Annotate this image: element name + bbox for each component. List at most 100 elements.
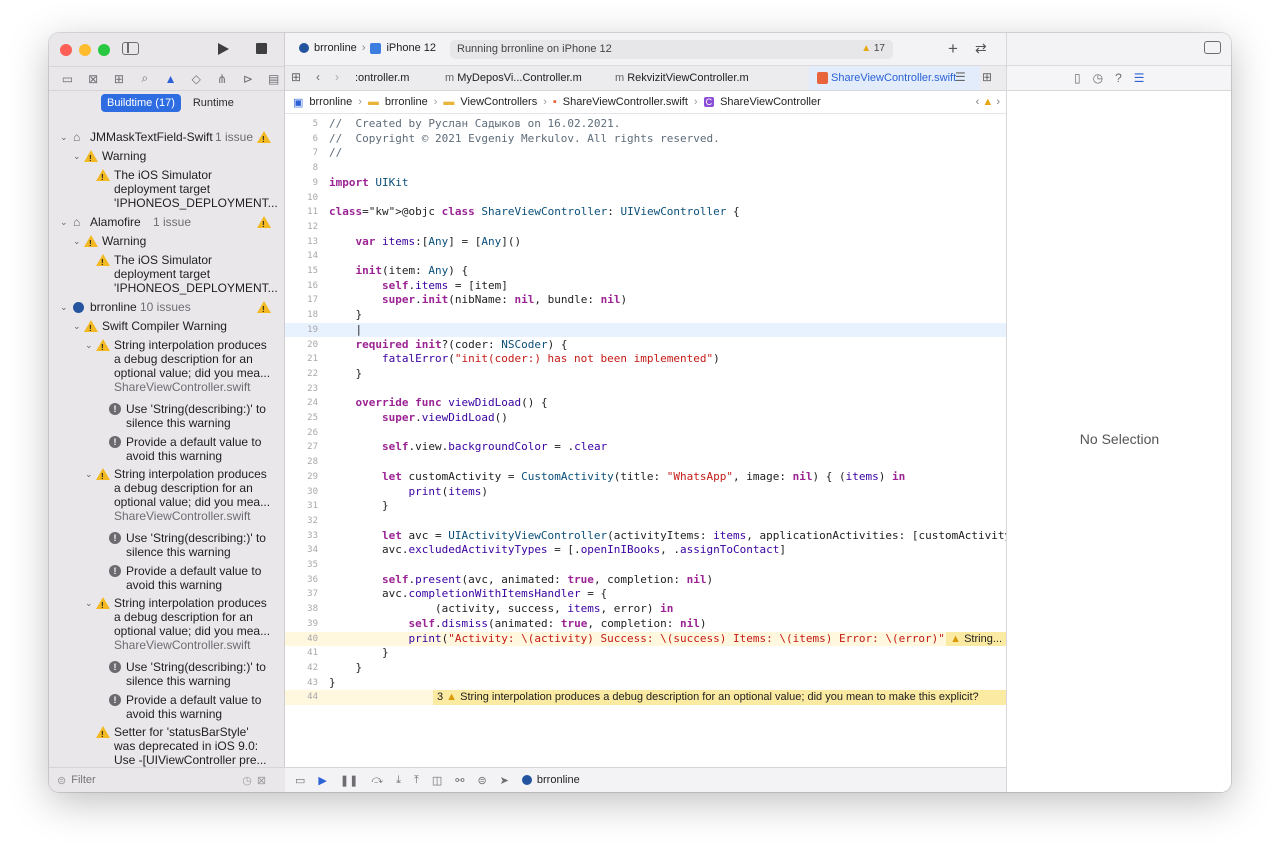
code-line[interactable]: 43}: [285, 676, 1006, 691]
chevron-down-icon[interactable]: ⌄: [60, 215, 68, 229]
runtime-segment[interactable]: Runtime: [189, 94, 238, 112]
code-line[interactable]: 39 self.dismiss(animated: true, completi…: [285, 617, 1006, 632]
chevron-down-icon[interactable]: ⌄: [85, 467, 93, 481]
toggle-inspector-icon[interactable]: [1204, 41, 1221, 54]
code-line[interactable]: 22 }: [285, 367, 1006, 382]
code-line[interactable]: 19 |: [285, 322, 1006, 338]
code-line[interactable]: 17 super.init(nibName: nil, bundle: nil): [285, 293, 1006, 308]
editor-tab[interactable]: m RekvizitViewController.m: [605, 66, 770, 90]
forward-arrow-icon[interactable]: ›: [335, 70, 339, 84]
related-items-icon[interactable]: ⊞: [291, 70, 301, 84]
inline-warning-annotation[interactable]: ▲ String...: [946, 631, 1006, 647]
chevron-down-icon[interactable]: ⌄: [60, 130, 68, 144]
source-control-navigator-icon[interactable]: ⊠: [83, 72, 104, 86]
chevron-down-icon[interactable]: ⌄: [60, 300, 68, 314]
project-navigator-icon[interactable]: ▭: [57, 72, 78, 86]
code-line[interactable]: 13 var items:[Any] = [Any](): [285, 235, 1006, 250]
code-line[interactable]: 24 override func viewDidLoad() {: [285, 396, 1006, 411]
library-plus-button[interactable]: +: [948, 39, 958, 59]
buildtime-segment[interactable]: Buildtime (17): [101, 94, 181, 112]
breadcrumb-item[interactable]: brronline: [385, 96, 428, 108]
code-line[interactable]: 10: [285, 191, 1006, 206]
debug-navigator-icon[interactable]: ⋔: [212, 72, 233, 86]
code-line[interactable]: 20 required init?(coder: NSCoder) {: [285, 338, 1006, 353]
file-inspector-icon[interactable]: ▯: [1074, 71, 1081, 85]
inline-warning-annotation-expanded[interactable]: 3 ▲ String interpolation produces a debu…: [433, 690, 1006, 705]
location-icon[interactable]: ➤: [500, 774, 509, 787]
breakpoints-toggle-icon[interactable]: ▶: [318, 774, 326, 787]
filter-input[interactable]: [71, 774, 222, 786]
breakpoint-navigator-icon[interactable]: ⊳: [237, 72, 258, 86]
code-line[interactable]: 42 }: [285, 661, 1006, 676]
code-line[interactable]: 30 print(items): [285, 485, 1006, 500]
code-line[interactable]: 25 super.viewDidLoad(): [285, 411, 1006, 426]
symbol-navigator-icon[interactable]: ⊞: [109, 72, 130, 86]
toggle-navigator-icon[interactable]: [122, 42, 139, 55]
breadcrumb-item[interactable]: ShareViewController.swift: [563, 96, 688, 108]
code-line[interactable]: 9 import UIKit: [285, 176, 1006, 191]
chevron-down-icon[interactable]: ⌄: [73, 234, 81, 248]
recent-filter-icon[interactable]: ◷: [242, 774, 252, 787]
quick-help-icon[interactable]: ?: [1115, 71, 1122, 85]
chevron-down-icon[interactable]: ⌄: [85, 338, 93, 352]
chevron-down-icon[interactable]: ⌄: [85, 596, 93, 610]
editor-tab[interactable]: :ontroller.m: [355, 66, 423, 90]
code-line[interactable]: 40 print("Activity: \(activity) Success:…: [285, 631, 1006, 647]
code-line[interactable]: 8: [285, 161, 1006, 176]
stop-button[interactable]: [256, 43, 267, 54]
code-line[interactable]: 28: [285, 455, 1006, 470]
code-line[interactable]: 6 // Copyright © 2021 Evgeniy Merkulov. A…: [285, 132, 1006, 147]
code-line[interactable]: 33 let avc = UIActivityViewController(ac…: [285, 529, 1006, 544]
code-line[interactable]: 29 let customActivity = CustomActivity(t…: [285, 470, 1006, 485]
code-line[interactable]: 36 self.present(avc, animated: true, com…: [285, 573, 1006, 588]
code-line[interactable]: 26: [285, 426, 1006, 441]
activity-viewer[interactable]: Running brronline on iPhone 12 ▲ 17: [450, 40, 893, 59]
code-line[interactable]: 41 }: [285, 646, 1006, 661]
code-line[interactable]: 5 // Created by Руслан Садыков on 16.02.2…: [285, 117, 1006, 132]
code-line[interactable]: 16 self.items = [item]: [285, 279, 1006, 294]
chevron-down-icon[interactable]: ⌄: [73, 149, 81, 163]
code-line[interactable]: 15 init(item: Any) {: [285, 264, 1006, 279]
debug-target[interactable]: brronline: [521, 774, 580, 786]
code-line[interactable]: 37 avc.completionWithItemsHandler = {: [285, 587, 1006, 602]
step-out-icon[interactable]: ⤒: [414, 774, 419, 787]
step-in-icon[interactable]: ⤓: [396, 774, 401, 787]
scheme-selector[interactable]: brronline › iPhone 12: [299, 42, 436, 54]
history-inspector-icon[interactable]: ◷: [1093, 71, 1103, 85]
test-navigator-icon[interactable]: ◇: [186, 72, 207, 86]
breadcrumb-item[interactable]: ShareViewController: [720, 96, 821, 108]
code-line[interactable]: 14: [285, 249, 1006, 264]
editor-tab[interactable]: m MyDeposVi...Controller.m: [435, 66, 595, 90]
breadcrumb-item[interactable]: ViewControllers: [460, 96, 537, 108]
code-line[interactable]: 35: [285, 558, 1006, 573]
source-editor[interactable]: 5 // Created by Руслан Садыков on 16.02.2…: [285, 115, 1006, 766]
close-window-button[interactable]: [60, 44, 72, 56]
code-line[interactable]: 38 (activity, success, items, error) in: [285, 602, 1006, 617]
code-line[interactable]: 23: [285, 382, 1006, 397]
code-line[interactable]: 27 self.view.backgroundColor = .clear: [285, 440, 1006, 455]
report-navigator-icon[interactable]: ▤: [263, 72, 284, 86]
environment-overrides-icon[interactable]: ⊜: [477, 774, 486, 787]
code-review-icon[interactable]: ⇄: [975, 40, 987, 57]
run-button[interactable]: [218, 43, 229, 55]
breadcrumb-item[interactable]: brronline: [309, 96, 352, 108]
editor-options-icon[interactable]: ☰: [955, 70, 966, 84]
code-line[interactable]: 31 }: [285, 499, 1006, 514]
view-debugger-icon[interactable]: ◫: [432, 774, 442, 787]
code-line[interactable]: 44 3 ▲ String interpolation produces a de…: [285, 690, 1006, 705]
memory-graph-icon[interactable]: ⚯: [455, 774, 464, 787]
hide-debug-area-icon[interactable]: ▭: [295, 774, 305, 787]
code-line[interactable]: 18 }: [285, 308, 1006, 323]
step-over-icon[interactable]: ⤼: [371, 774, 383, 787]
find-navigator-icon[interactable]: ⌕: [134, 71, 155, 86]
issues-only-filter-icon[interactable]: ⊠: [257, 774, 266, 787]
code-line[interactable]: 11 class="kw">@objc class ShareViewContro…: [285, 205, 1006, 220]
zoom-window-button[interactable]: [98, 44, 110, 56]
warning-count[interactable]: ▲ 17: [861, 43, 885, 54]
code-line[interactable]: 34 avc.excludedActivityTypes = [.openInI…: [285, 543, 1006, 558]
code-line[interactable]: 21 fatalError("init(coder:) has not been…: [285, 352, 1006, 367]
split-editor-icon[interactable]: ⊞: [982, 70, 992, 84]
issue-navigation-icon[interactable]: ‹ ▲ ›: [976, 96, 1000, 108]
attributes-inspector-icon[interactable]: ☰: [1134, 71, 1145, 85]
pause-icon[interactable]: ❚❚: [340, 774, 358, 787]
